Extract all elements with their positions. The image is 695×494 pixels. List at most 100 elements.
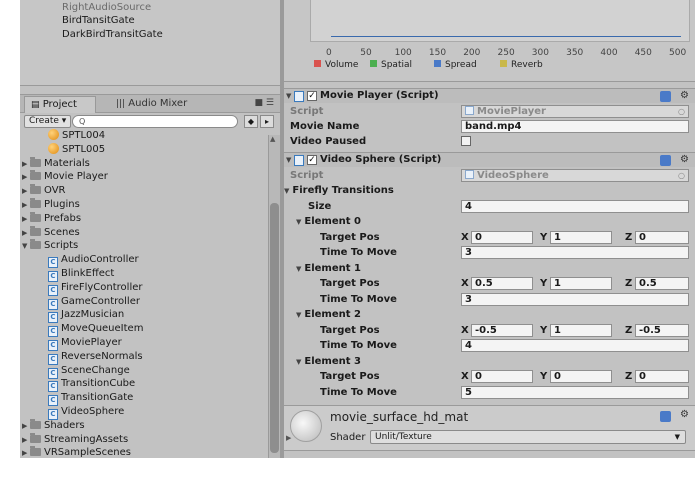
project-scrollbar[interactable]: ▲ xyxy=(268,135,280,458)
fold-arrow-icon[interactable]: ▼ xyxy=(296,311,301,319)
folder-item[interactable]: ▶ Materials xyxy=(22,156,90,171)
fold-arrow-icon[interactable]: ▼ xyxy=(296,218,301,226)
gear-icon[interactable]: ⚙ xyxy=(680,153,689,167)
hierarchy-item[interactable]: DarkBirdTransitGate xyxy=(62,29,163,40)
search-input[interactable]: Q xyxy=(72,115,238,128)
expand-arrow-down-icon[interactable]: ▼ xyxy=(22,240,30,253)
gear-icon[interactable]: ⚙ xyxy=(680,89,689,103)
scroll-up-arrow-icon[interactable]: ▲ xyxy=(270,135,275,143)
filter-by-label-icon[interactable]: ▸ xyxy=(260,115,274,128)
script-item[interactable]: C MoveQueueItem xyxy=(48,322,143,338)
target-pos-x-input[interactable]: 0 xyxy=(471,370,533,383)
target-pos-y-input[interactable]: 0 xyxy=(550,370,612,383)
hierarchy-item[interactable]: RightAudioSource xyxy=(62,2,151,13)
firefly-transitions-row[interactable]: ▼ Firefly Transitions xyxy=(284,183,695,198)
expand-arrow-right-icon[interactable]: ▶ xyxy=(22,171,30,184)
component-enabled-checkbox[interactable]: ✓ xyxy=(307,155,317,165)
fold-arrow-icon[interactable]: ▼ xyxy=(286,153,291,167)
component-enabled-checkbox[interactable]: ✓ xyxy=(307,91,317,101)
script-icon xyxy=(465,170,474,179)
script-item[interactable]: C ReverseNormals xyxy=(48,350,143,365)
script-item[interactable]: C VideoSphere xyxy=(48,405,124,420)
fold-arrow-icon[interactable]: ▼ xyxy=(284,187,289,195)
tab-project[interactable]: ▤ Project xyxy=(24,96,96,113)
time-to-move-input[interactable]: 3 xyxy=(461,292,689,306)
target-pos-x-input[interactable]: -0.5 xyxy=(471,323,533,337)
folder-item[interactable]: ▶ Scenes xyxy=(22,225,80,240)
script-item[interactable]: C FireFlyController xyxy=(48,281,142,296)
script-field[interactable]: MoviePlayer ○ xyxy=(461,105,689,118)
time-to-move-input[interactable]: 5 xyxy=(461,385,689,399)
target-pos-z-input[interactable]: 0.5 xyxy=(635,277,689,290)
video-sphere-component-header[interactable]: ▼ ✓ Video Sphere (Script) ⚙ xyxy=(284,152,695,167)
script-field[interactable]: VideoSphere ○ xyxy=(461,169,689,182)
expand-arrow-right-icon[interactable]: ▶ xyxy=(22,434,30,447)
folder-item[interactable]: ▶ Movie Player xyxy=(22,170,108,183)
shader-label: Shader xyxy=(330,432,366,443)
time-to-move-input[interactable]: 4 xyxy=(461,339,689,352)
target-pos-z-input[interactable]: 0 xyxy=(635,370,689,383)
object-picker-icon[interactable]: ○ xyxy=(678,170,685,181)
lock-icon[interactable]: ■ xyxy=(255,98,264,108)
element-header-row[interactable]: ▼ Element 2 xyxy=(284,307,695,322)
material-item[interactable]: SPTL005 xyxy=(48,142,105,156)
object-picker-icon[interactable]: ○ xyxy=(678,106,685,117)
create-button[interactable]: Create ▾ xyxy=(24,115,72,128)
script-item[interactable]: C MoviePlayer xyxy=(48,336,122,351)
shader-dropdown[interactable]: Unlit/Texture ▼ xyxy=(370,430,686,444)
target-pos-x-input[interactable]: 0.5 xyxy=(471,277,533,290)
script-item[interactable]: C TransitionCube xyxy=(48,377,135,393)
movie-player-component-header[interactable]: ▼ ✓ Movie Player (Script) ⚙ xyxy=(284,88,695,103)
folder-item[interactable]: ▶ Shaders xyxy=(22,418,85,433)
help-book-icon[interactable] xyxy=(660,91,671,102)
gear-icon[interactable]: ⚙ xyxy=(680,409,689,420)
help-book-icon[interactable] xyxy=(660,411,671,422)
video-paused-checkbox[interactable] xyxy=(461,136,471,146)
size-input[interactable]: 4 xyxy=(461,200,689,213)
element-header-row[interactable]: ▼ Element 0 xyxy=(284,214,695,229)
expand-arrow-right-icon[interactable]: ▶ xyxy=(22,227,30,240)
expand-arrow-right-icon[interactable]: ▶ xyxy=(22,185,30,198)
script-item[interactable]: C GameController xyxy=(48,295,140,310)
folder-item[interactable]: ▼ Scripts xyxy=(22,239,78,252)
folder-item[interactable]: ▶ VRSampleScenes xyxy=(22,446,131,458)
expand-arrow-right-icon[interactable]: ▶ xyxy=(22,420,30,433)
folder-item[interactable]: ▶ OVR xyxy=(22,184,65,197)
script-icon xyxy=(294,155,304,166)
script-item[interactable]: C SceneChange xyxy=(48,364,130,379)
target-pos-z-input[interactable]: -0.5 xyxy=(635,323,689,337)
target-pos-y-input[interactable]: 1 xyxy=(550,323,612,337)
expand-arrow-right-icon[interactable]: ▶ xyxy=(22,447,30,458)
fold-arrow-icon[interactable]: ▶ xyxy=(286,434,291,442)
element-header-row[interactable]: ▼ Element 3 xyxy=(284,354,695,369)
panel-menu-icon[interactable]: ☰ xyxy=(266,98,274,108)
script-item[interactable]: C AudioController xyxy=(48,253,139,269)
fold-arrow-icon[interactable]: ▼ xyxy=(296,265,301,273)
expand-arrow-right-icon[interactable]: ▶ xyxy=(22,213,30,226)
folder-item[interactable]: ▶ Plugins xyxy=(22,198,80,211)
target-pos-x-input[interactable]: 0 xyxy=(471,230,533,244)
expand-arrow-right-icon[interactable]: ▶ xyxy=(22,199,30,212)
target-pos-y-input[interactable]: 1 xyxy=(550,277,612,290)
time-to-move-input[interactable]: 3 xyxy=(461,246,689,259)
expand-arrow-right-icon[interactable]: ▶ xyxy=(22,158,30,171)
element-header-row[interactable]: ▼ Element 1 xyxy=(284,261,695,276)
fold-arrow-icon[interactable]: ▼ xyxy=(296,358,301,366)
time-to-move-label: Time To Move xyxy=(320,340,397,351)
panel-menu-icons[interactable]: ■ ☰ xyxy=(255,98,274,108)
fold-arrow-icon[interactable]: ▼ xyxy=(286,89,291,103)
material-item[interactable]: SPTL004 xyxy=(48,129,105,142)
target-pos-y-input[interactable]: 1 xyxy=(550,230,612,244)
folder-item[interactable]: ▶ StreamingAssets xyxy=(22,432,128,447)
script-item[interactable]: C TransitionGate xyxy=(48,391,133,407)
target-pos-z-input[interactable]: 0 xyxy=(635,230,689,244)
folder-item[interactable]: ▶ Prefabs xyxy=(22,211,81,226)
script-item[interactable]: C BlinkEffect xyxy=(48,267,114,282)
movie-name-input[interactable]: band.mp4 xyxy=(461,120,689,133)
help-book-icon[interactable] xyxy=(660,155,671,166)
hierarchy-item[interactable]: BirdTansitGate xyxy=(62,15,135,26)
scrollbar-thumb[interactable] xyxy=(270,203,279,453)
tab-audio-mixer[interactable]: ||| Audio Mixer xyxy=(110,96,193,113)
filter-by-type-icon[interactable]: ◆ xyxy=(244,115,258,128)
script-item[interactable]: C JazzMusician xyxy=(48,308,124,324)
